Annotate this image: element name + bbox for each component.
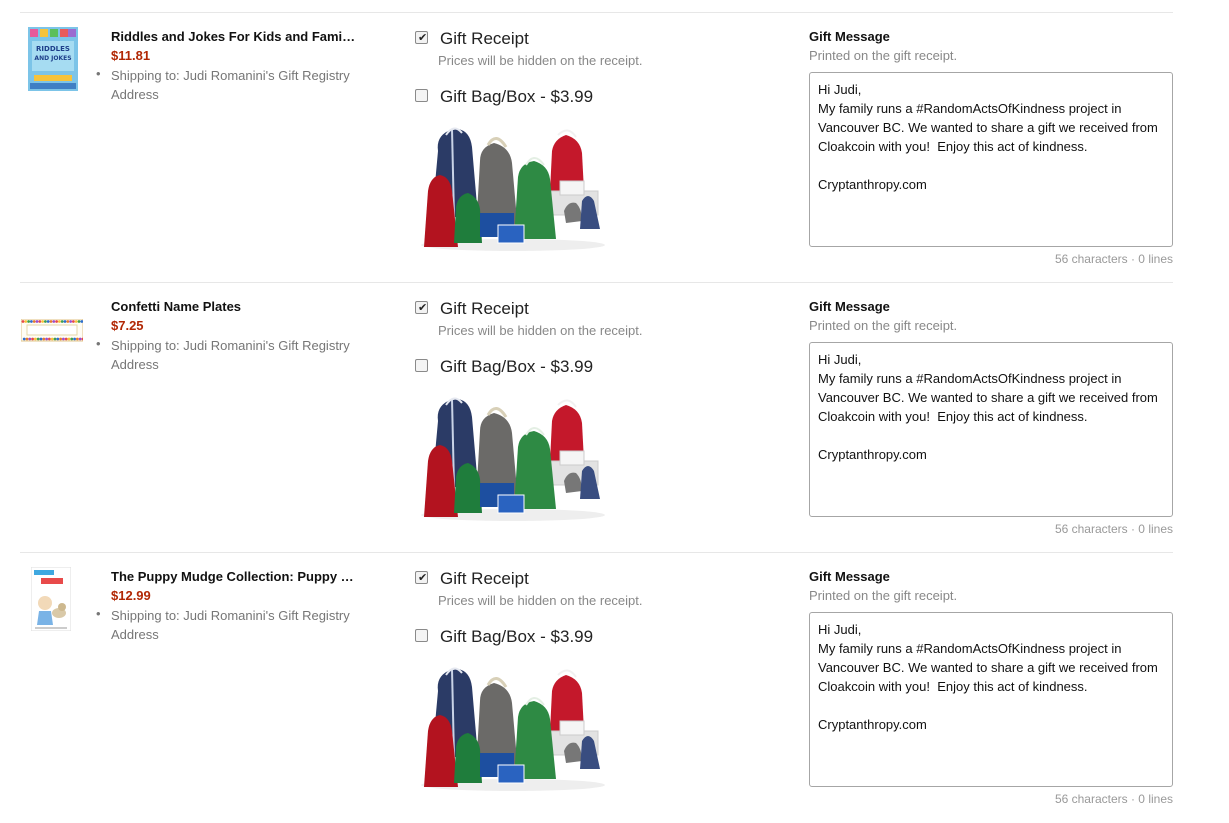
shipping-address: Shipping to: Judi Romanini's Gift Regist… xyxy=(111,608,350,642)
product-title[interactable]: Confetti Name Plates xyxy=(111,299,361,315)
gift-message-subtitle: Printed on the gift receipt. xyxy=(809,588,958,603)
gift-message-line: Cryptanthropy.com xyxy=(818,717,927,732)
bullet-icon: • xyxy=(96,66,101,81)
gift-message-subtitle: Printed on the gift receipt. xyxy=(809,318,958,333)
product-title[interactable]: Riddles and Jokes For Kids and Fami… xyxy=(111,29,361,45)
gift-bag-label[interactable]: Gift Bag/Box - $3.99 xyxy=(440,356,593,378)
gift-receipt-note: Prices will be hidden on the receipt. xyxy=(438,323,643,338)
gift-bags-image xyxy=(421,397,605,521)
gift-item-row: The Puppy Mudge Collection: Puppy … $12.… xyxy=(0,553,1229,823)
gift-message-line xyxy=(818,426,1164,445)
bullet-icon: • xyxy=(96,336,101,351)
checkmark-icon: ✔ xyxy=(418,31,428,44)
gift-message-line: Vancouver BC. We wanted to share a gift … xyxy=(818,120,1158,135)
gift-receipt-label[interactable]: Gift Receipt xyxy=(440,298,529,320)
product-thumbnail[interactable]: RIDDLES AND JOKES xyxy=(28,27,88,93)
gift-message-line: Hi Judi, xyxy=(818,352,862,367)
gift-message-line: My family runs a #RandomActsOfKindness p… xyxy=(818,641,1122,656)
character-counter: 56 characters · 0 lines xyxy=(1054,792,1173,806)
gift-message-line xyxy=(818,696,1164,715)
gift-message-line: Vancouver BC. We wanted to share a gift … xyxy=(818,390,1158,405)
gift-message-title: Gift Message xyxy=(809,29,890,44)
gift-message-subtitle: Printed on the gift receipt. xyxy=(809,48,958,63)
shipping-address: Shipping to: Judi Romanini's Gift Regist… xyxy=(111,68,350,102)
character-counter: 56 characters · 0 lines xyxy=(1054,252,1173,266)
gift-bags-image xyxy=(421,667,605,791)
product-thumbnail[interactable] xyxy=(20,297,85,363)
book-cover-icon xyxy=(30,566,72,632)
gift-receipt-label[interactable]: Gift Receipt xyxy=(440,568,529,590)
gift-item-row: RIDDLES AND JOKES Riddles and Jokes For K… xyxy=(0,13,1229,283)
book-cover-icon: RIDDLES AND JOKES xyxy=(28,27,78,91)
character-counter: 56 characters · 0 lines xyxy=(1054,522,1173,536)
book-title-text: RIDDLES xyxy=(36,45,70,53)
gift-message-line: Cloakcoin with you! Enjoy this act of ki… xyxy=(818,139,1088,154)
gift-message-line xyxy=(818,156,1164,175)
gift-item-row: Confetti Name Plates $7.25 • Shipping to… xyxy=(0,283,1229,553)
product-title[interactable]: The Puppy Mudge Collection: Puppy … xyxy=(111,569,361,585)
gift-message-line: Hi Judi, xyxy=(818,82,862,97)
book-title-text: AND JOKES xyxy=(34,55,71,62)
gift-bag-label[interactable]: Gift Bag/Box - $3.99 xyxy=(440,626,593,648)
gift-message-line: My family runs a #RandomActsOfKindness p… xyxy=(818,101,1122,116)
gift-message-line: My family runs a #RandomActsOfKindness p… xyxy=(818,371,1122,386)
gift-message-line: Cloakcoin with you! Enjoy this act of ki… xyxy=(818,409,1088,424)
gift-message-line: Cryptanthropy.com xyxy=(818,447,927,462)
gift-message-line: Cloakcoin with you! Enjoy this act of ki… xyxy=(818,679,1088,694)
gift-message-line: Hi Judi, xyxy=(818,622,862,637)
shipping-address: Shipping to: Judi Romanini's Gift Regist… xyxy=(111,338,350,372)
gift-receipt-note: Prices will be hidden on the receipt. xyxy=(438,53,643,68)
gift-message-textarea[interactable]: Hi Judi, My family runs a #RandomActsOfKi… xyxy=(809,612,1173,787)
gift-receipt-checkbox[interactable]: ✔ xyxy=(415,301,428,314)
gift-bag-checkbox[interactable] xyxy=(415,629,428,642)
gift-message-line: Cryptanthropy.com xyxy=(818,177,927,192)
checkmark-icon: ✔ xyxy=(418,301,428,314)
product-price: $11.81 xyxy=(111,48,151,63)
gift-receipt-checkbox[interactable]: ✔ xyxy=(415,571,428,584)
gift-bag-checkbox[interactable] xyxy=(415,359,428,372)
gift-receipt-checkbox[interactable]: ✔ xyxy=(415,31,428,44)
gift-bags-image xyxy=(421,127,605,251)
checkmark-icon: ✔ xyxy=(418,571,428,584)
bullet-icon: • xyxy=(96,606,101,621)
name-plate-icon xyxy=(20,318,85,342)
gift-message-line: Vancouver BC. We wanted to share a gift … xyxy=(818,660,1158,675)
gift-receipt-label[interactable]: Gift Receipt xyxy=(440,28,529,50)
gift-message-title: Gift Message xyxy=(809,569,890,584)
gift-bag-checkbox[interactable] xyxy=(415,89,428,102)
gift-message-textarea[interactable]: Hi Judi, My family runs a #RandomActsOfKi… xyxy=(809,342,1173,517)
gift-receipt-note: Prices will be hidden on the receipt. xyxy=(438,593,643,608)
gift-bag-label[interactable]: Gift Bag/Box - $3.99 xyxy=(440,86,593,108)
gift-message-title: Gift Message xyxy=(809,299,890,314)
product-price: $12.99 xyxy=(111,588,151,603)
product-price: $7.25 xyxy=(111,318,144,333)
gift-message-textarea[interactable]: Hi Judi, My family runs a #RandomActsOfKi… xyxy=(809,72,1173,247)
product-thumbnail[interactable] xyxy=(30,566,91,633)
